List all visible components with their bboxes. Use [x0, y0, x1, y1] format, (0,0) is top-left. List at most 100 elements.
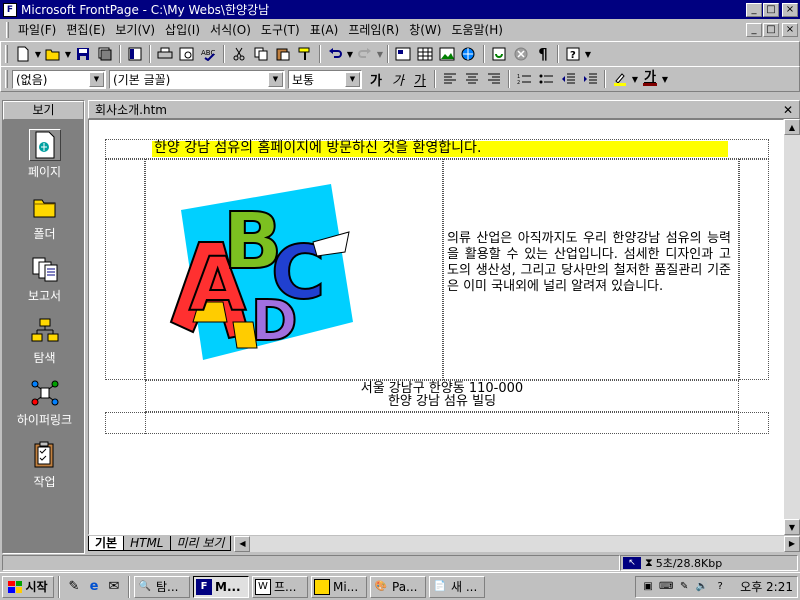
bold-button[interactable]: 가 [365, 68, 387, 90]
view-tasks[interactable]: 작업 [3, 439, 86, 490]
redo-button[interactable] [354, 43, 376, 65]
highlight-button[interactable] [609, 68, 631, 90]
new-dropdown-arrow[interactable]: ▼ [34, 50, 42, 59]
menu-file[interactable]: 파일(F) [13, 21, 61, 38]
align-center-button[interactable] [461, 68, 483, 90]
spelling-button[interactable]: ABC [198, 43, 220, 65]
address-block[interactable]: 서울 강남구 한양동 110-000 한양 강남 섬유 빌딩 [147, 382, 737, 408]
preview-browser-button[interactable] [176, 43, 198, 65]
taskbar-clock[interactable]: 오후 2:21 [740, 578, 793, 595]
refresh-button[interactable] [488, 43, 510, 65]
insert-picture-button[interactable] [436, 43, 458, 65]
menu-view[interactable]: 보기(V) [110, 21, 160, 38]
doc-minimize-button[interactable]: _ [746, 22, 762, 37]
numbered-list-button[interactable]: 12 [513, 68, 535, 90]
view-page[interactable]: 페이지 [3, 129, 86, 180]
publish-web-button[interactable] [94, 43, 116, 65]
scroll-right-icon[interactable]: ▶ [784, 535, 800, 552]
font-size-combo[interactable]: 보통 ▼ [288, 69, 362, 89]
insert-component-button[interactable] [392, 43, 414, 65]
format-painter-button[interactable] [294, 43, 316, 65]
open-dropdown-arrow[interactable]: ▼ [64, 50, 72, 59]
scroll-down-icon[interactable]: ▼ [784, 519, 800, 535]
decrease-indent-button[interactable] [557, 68, 579, 90]
tray-input-method-icon[interactable]: ✎ [676, 579, 692, 595]
redo-dropdown-arrow[interactable]: ▼ [376, 50, 384, 59]
task-new[interactable]: 📄 새 ... [429, 575, 485, 598]
help-button[interactable]: ? [562, 43, 584, 65]
doc-close-button[interactable]: × [782, 22, 798, 37]
style-combo[interactable]: (없음) ▼ [12, 69, 106, 89]
menu-edit[interactable]: 편집(E) [61, 21, 110, 38]
internet-explorer-icon[interactable]: e [84, 577, 104, 597]
underline-button[interactable]: 가 [409, 68, 431, 90]
folder-list-button[interactable] [124, 43, 146, 65]
welcome-banner[interactable]: 한양 강남 섬유의 홈페이지에 방문하신 것을 환영합니다. [152, 141, 728, 157]
close-icon[interactable]: ✕ [783, 103, 793, 117]
undo-button[interactable] [324, 43, 346, 65]
menu-frames[interactable]: 프레임(R) [343, 21, 404, 38]
show-all-button[interactable]: ¶ [532, 43, 554, 65]
print-button[interactable] [154, 43, 176, 65]
undo-dropdown-arrow[interactable]: ▼ [346, 50, 354, 59]
open-button[interactable] [42, 43, 64, 65]
toolbar-grip[interactable] [5, 45, 8, 63]
document-tab-name[interactable]: 회사소개.htm [95, 101, 167, 118]
menu-grip[interactable] [6, 21, 9, 38]
menu-tools[interactable]: 도구(T) [256, 21, 305, 38]
task-frontpage[interactable]: F M... [193, 575, 249, 598]
italic-button[interactable]: 가 [387, 68, 409, 90]
task-microsoft[interactable]: Mi... [311, 575, 367, 598]
restore-button[interactable]: □ [763, 2, 779, 17]
menu-insert[interactable]: 삽입(I) [160, 21, 205, 38]
tab-html[interactable]: HTML [123, 536, 171, 551]
increase-indent-button[interactable] [579, 68, 601, 90]
tray-volume-icon[interactable]: 🔊 [694, 579, 710, 595]
start-button[interactable]: 시작 [2, 575, 54, 598]
font-color-button[interactable]: 가 [639, 68, 661, 90]
tray-help-icon[interactable]: ? [712, 579, 728, 595]
task-word[interactable]: W 프... [252, 575, 308, 598]
scroll-up-icon[interactable]: ▲ [784, 119, 800, 135]
align-left-button[interactable] [439, 68, 461, 90]
cut-button[interactable] [228, 43, 250, 65]
chevron-down-icon[interactable]: ▼ [268, 71, 283, 87]
save-button[interactable] [72, 43, 94, 65]
menu-window[interactable]: 창(W) [404, 21, 446, 38]
page-canvas[interactable]: 한양 강남 섬유의 홈페이지에 방문하신 것을 환영합니다. A B C D 의… [88, 119, 784, 535]
task-paint[interactable]: 🎨 Pa... [370, 575, 426, 598]
tray-keyboard-icon[interactable]: ⌨ [658, 579, 674, 595]
abc-clipart-image[interactable]: A B C D [153, 172, 363, 362]
view-navigation[interactable]: 탐색 [3, 315, 86, 366]
view-hyperlinks[interactable]: 하이퍼링크 [3, 377, 86, 428]
close-button[interactable]: × [782, 2, 798, 17]
intro-paragraph[interactable]: 의류 산업은 아직까지도 우리 한양강남 섬유의 능력을 활용할 수 있는 산업… [447, 231, 731, 295]
insert-table-button[interactable] [414, 43, 436, 65]
menu-help[interactable]: 도움말(H) [446, 21, 508, 38]
bullet-list-button[interactable] [535, 68, 557, 90]
new-page-button[interactable] [12, 43, 34, 65]
stop-button[interactable] [510, 43, 532, 65]
menu-format[interactable]: 서식(O) [205, 21, 256, 38]
toolbar-grip[interactable] [5, 70, 8, 88]
show-desktop-icon[interactable]: ✎ [64, 577, 84, 597]
align-right-button[interactable] [483, 68, 505, 90]
tab-preview[interactable]: 미리 보기 [169, 536, 232, 551]
task-explorer[interactable]: 🔍 탐... [134, 575, 190, 598]
tray-screen-icon[interactable]: ▣ [640, 579, 656, 595]
menu-table[interactable]: 표(A) [305, 21, 344, 38]
font-color-dropdown-arrow[interactable]: ▼ [661, 75, 669, 84]
view-reports[interactable]: 보고서 [3, 253, 86, 304]
help-dropdown-arrow[interactable]: ▼ [584, 50, 592, 59]
vertical-scrollbar[interactable]: ▲ ▼ [784, 119, 800, 535]
chevron-down-icon[interactable]: ▼ [89, 71, 104, 87]
minimize-button[interactable]: _ [746, 2, 762, 17]
view-folders[interactable]: 폴더 [3, 191, 86, 242]
outlook-express-icon[interactable]: ✉ [104, 577, 124, 597]
doc-restore-button[interactable]: □ [763, 22, 779, 37]
scroll-left-icon[interactable]: ◀ [234, 535, 251, 552]
frontpage-app-icon[interactable]: F [3, 2, 17, 17]
paste-button[interactable] [272, 43, 294, 65]
chevron-down-icon[interactable]: ▼ [345, 71, 360, 87]
tab-normal[interactable]: 기본 [88, 536, 125, 551]
